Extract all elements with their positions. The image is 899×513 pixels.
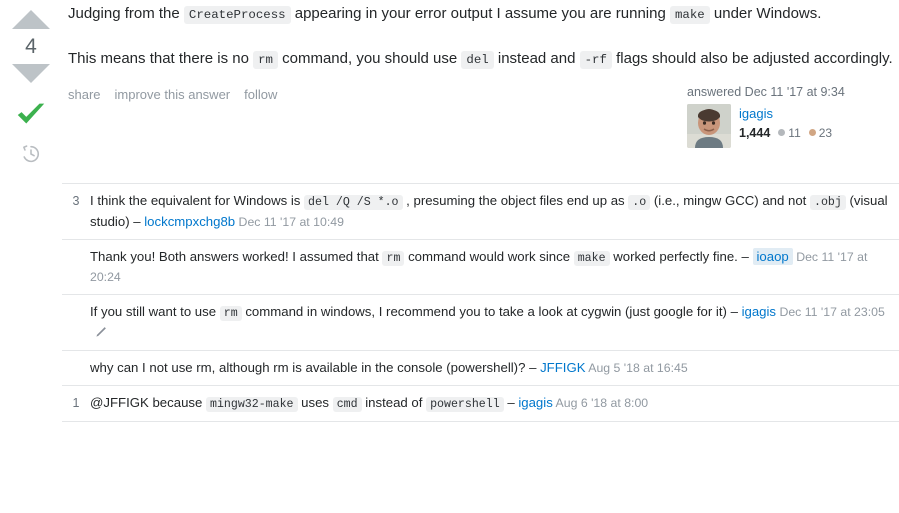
- paragraph2-part2: command, you should use: [277, 50, 462, 68]
- vote-count: 4: [25, 35, 37, 58]
- silver-badge-icon: [778, 129, 786, 136]
- inline-code-rf: -rf: [579, 51, 612, 70]
- checkmark-icon[interactable]: [14, 97, 48, 131]
- comment-user-link[interactable]: lockcmpxchg8b: [144, 214, 235, 229]
- comment-inline-code: make: [573, 250, 610, 266]
- comment-inline-code: mingw32-make: [206, 397, 298, 413]
- paragraph1-part1: Judging from the: [68, 5, 184, 22]
- comment-inline-code: del /Q /S *.o: [304, 195, 403, 210]
- user-card[interactable]: igagis 1,444 11 23: [687, 103, 893, 148]
- comment-text: @JFFIGK because: [90, 395, 206, 411]
- inline-code-createprocess: CreateProcess: [183, 6, 291, 24]
- post-signature: answered Dec 11 '17 at 9:34 igagis 1,444…: [687, 85, 893, 148]
- share-link[interactable]: share: [68, 87, 101, 102]
- paragraph1-part2: appearing in your error output I assume …: [290, 5, 670, 22]
- comment-body: why can I not use rm, although rm is ava…: [90, 358, 899, 378]
- comment-inline-code: cmd: [332, 397, 362, 413]
- comment-body: I think the equivalent for Windows is de…: [90, 191, 899, 232]
- comment-user-link[interactable]: JFFIGK: [540, 360, 585, 375]
- bronze-badge-icon: [808, 129, 816, 136]
- comment-text: instead of: [361, 395, 427, 411]
- post-menu: share improve this answer follow: [68, 85, 277, 102]
- comment-user-link[interactable]: igagis: [742, 304, 776, 319]
- comment-dash: –: [741, 248, 753, 264]
- comment-body: @JFFIGK because mingw32-make uses cmd in…: [90, 393, 899, 414]
- comment-dash: –: [133, 213, 145, 229]
- comment-row: 1 @JFFIGK because mingw32-make uses cmd i…: [62, 386, 899, 422]
- paragraph2-part3: instead and: [493, 50, 580, 68]
- inline-code-make: make: [669, 6, 710, 24]
- comment-text: (i.e., mingw GCC) and not: [650, 193, 810, 208]
- comment-inline-code: .o: [628, 195, 651, 210]
- silver-badge-count: 11: [788, 125, 801, 140]
- comment-timestamp[interactable]: Dec 11 '17 at 23:05: [776, 305, 884, 319]
- comment-score: 3: [72, 194, 80, 208]
- paragraph2-part4: flags should also be adjusted accordingl…: [611, 50, 893, 68]
- comment-text: uses: [297, 395, 333, 411]
- inline-code-del: del: [461, 51, 494, 70]
- comment-inline-code: .obj: [810, 195, 846, 210]
- user-details: igagis 1,444 11 23: [739, 104, 832, 142]
- answered-timestamp: answered Dec 11 '17 at 9:34: [687, 84, 845, 99]
- comment-score: [62, 358, 90, 359]
- comment-timestamp[interactable]: Dec 11 '17 at 10:49: [235, 215, 344, 229]
- comment-text: I think the equivalent for Windows is: [90, 193, 305, 208]
- arrow-down-icon[interactable]: [12, 64, 50, 83]
- answer-paragraph-1: Judging from the CreateProcess appearing…: [68, 2, 893, 25]
- answer-post: 4 Judging from the CreateProcess appeari…: [0, 0, 899, 513]
- comment-user-link[interactable]: igagis: [518, 395, 552, 410]
- comment-dash: –: [730, 304, 742, 320]
- reputation-score: 1,444: [739, 125, 771, 140]
- history-clock-icon[interactable]: [20, 143, 42, 165]
- edit-pencil-icon[interactable]: [94, 326, 107, 339]
- comment-text: worked perfectly fine.: [609, 248, 742, 264]
- comment-body: Thank you! Both answers worked! I assume…: [90, 247, 899, 288]
- user-avatar-photo[interactable]: [687, 103, 731, 148]
- post-menu-row: share improve this answer follow answere…: [68, 85, 893, 148]
- comment-dash: –: [529, 360, 541, 376]
- comment-user-link[interactable]: ioaop: [752, 247, 793, 265]
- comment-timestamp[interactable]: Aug 5 '18 at 16:45: [586, 361, 687, 375]
- answer-body: Judging from the CreateProcess appearing…: [68, 2, 893, 71]
- comment-text: , presuming the object files end up as: [402, 193, 629, 208]
- comment-text: command would work since: [404, 248, 574, 264]
- comment-inline-code: rm: [219, 306, 242, 322]
- vote-cell: 4: [0, 2, 62, 165]
- comment-score: [62, 247, 90, 248]
- comment-score: [62, 302, 90, 303]
- follow-link[interactable]: follow: [244, 87, 277, 102]
- comment-text: command in windows, I recommend you to t…: [241, 304, 731, 320]
- arrow-up-icon[interactable]: [12, 10, 50, 29]
- comment-inline-code: powershell: [426, 397, 504, 413]
- answer-paragraph-2: This means that there is no rm command, …: [68, 47, 893, 70]
- comment-row: 3 I think the equivalent for Windows is d…: [62, 184, 899, 240]
- inline-code-rm: rm: [253, 51, 278, 70]
- comment-inline-code: rm: [382, 250, 405, 266]
- comment-text: If you still want to use: [90, 304, 220, 320]
- bronze-badge-count: 23: [818, 125, 833, 140]
- comment-body: If you still want to use rm command in w…: [90, 302, 899, 343]
- paragraph1-part3: under Windows.: [709, 5, 822, 22]
- comments-list: 3 I think the equivalent for Windows is d…: [62, 183, 899, 422]
- user-reputation-row: 1,444 11 23: [739, 124, 832, 142]
- comment-dash: –: [507, 395, 519, 411]
- comment-text: why can I not use rm, although rm is ava…: [90, 360, 530, 376]
- improve-answer-link[interactable]: improve this answer: [115, 87, 231, 102]
- comment-row: why can I not use rm, although rm is ava…: [62, 351, 899, 387]
- paragraph2-part1: This means that there is no: [68, 50, 254, 68]
- comment-text: Thank you! Both answers worked! I assume…: [90, 248, 383, 264]
- comment-score: 1: [72, 396, 80, 411]
- answer-container: 4 Judging from the CreateProcess appeari…: [0, 0, 899, 165]
- post-cell: Judging from the CreateProcess appearing…: [62, 2, 899, 148]
- comment-timestamp[interactable]: Aug 6 '18 at 8:00: [553, 396, 649, 410]
- user-name-link[interactable]: igagis: [739, 105, 832, 122]
- comment-row: If you still want to use rm command in w…: [62, 295, 899, 352]
- comment-row: Thank you! Both answers worked! I assume…: [62, 240, 899, 296]
